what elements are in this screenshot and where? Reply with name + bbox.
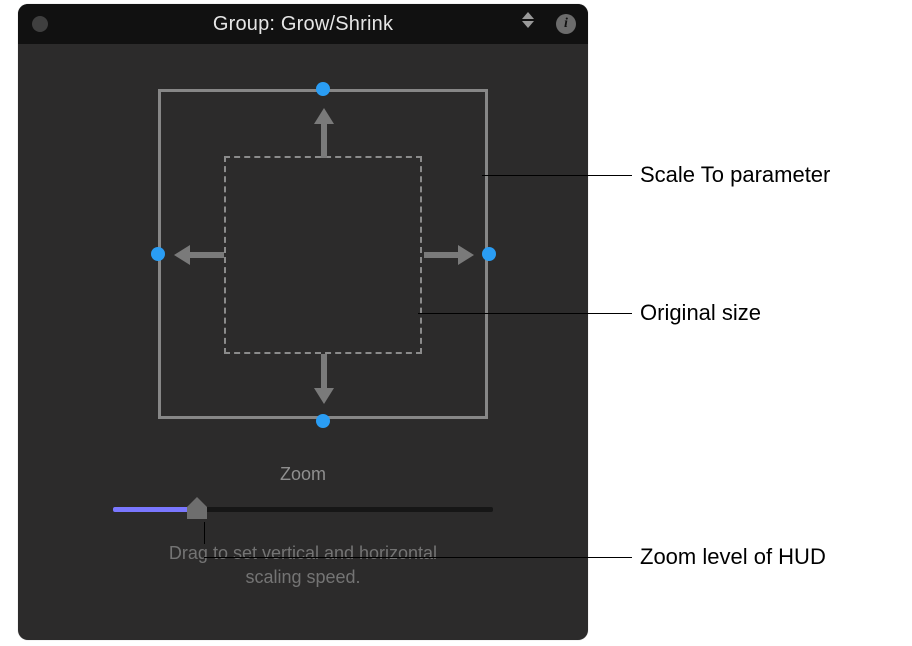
callout-line: [418, 313, 632, 314]
callout-stub: [204, 522, 205, 544]
callout-line: [204, 557, 632, 558]
callout-label-zoom: Zoom level of HUD: [640, 544, 826, 570]
zoom-label: Zoom: [78, 464, 528, 485]
callout-label-original: Original size: [640, 300, 761, 326]
scale-handle-bottom[interactable]: [316, 414, 330, 428]
scale-canvas[interactable]: [18, 44, 588, 464]
arrow-up-icon: [314, 108, 334, 158]
slider-fill: [113, 507, 197, 512]
callout-scale-to: Scale To parameter: [482, 162, 830, 188]
zoom-section: Zoom Drag to set vertical and horizontal…: [18, 464, 588, 589]
zoom-slider[interactable]: [113, 497, 493, 521]
scale-handle-left[interactable]: [151, 247, 165, 261]
zoom-hint-line2: scaling speed.: [245, 567, 360, 587]
hud-title[interactable]: Group: Grow/Shrink: [18, 13, 588, 36]
scale-handle-top[interactable]: [316, 82, 330, 96]
title-stepper-icon[interactable]: [520, 12, 536, 28]
original-size-box: [224, 156, 422, 354]
callout-label-scale-to: Scale To parameter: [640, 162, 830, 188]
callout-line: [482, 175, 632, 176]
window-control-dot[interactable]: [32, 16, 48, 32]
callout-original: Original size: [418, 300, 761, 326]
hud-header: Group: Grow/Shrink i: [18, 4, 588, 44]
scale-handle-right[interactable]: [482, 247, 496, 261]
arrow-left-icon: [174, 245, 224, 265]
callout-zoom: Zoom level of HUD: [204, 544, 826, 570]
arrow-down-icon: [314, 354, 334, 404]
arrow-right-icon: [424, 245, 474, 265]
info-icon[interactable]: i: [556, 14, 576, 34]
